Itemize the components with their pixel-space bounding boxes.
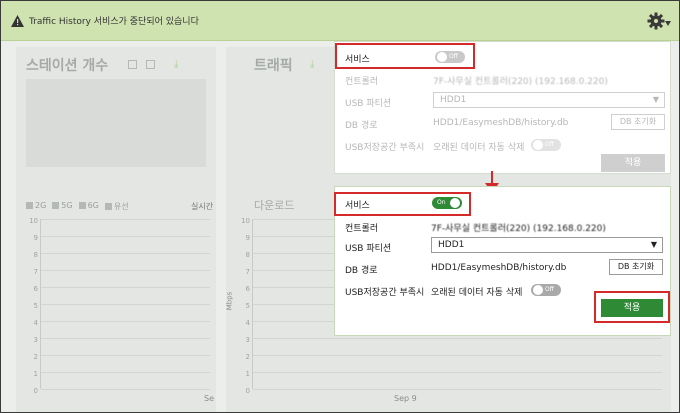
realtime-label: 실시간 [191, 202, 214, 211]
traffic-title: 트래픽 [254, 58, 293, 74]
station-chart-area [26, 79, 206, 167]
band-filters: 2G 5G 6G 유선 [26, 201, 129, 212]
controller-value: 7F-사무실 컨트롤러(220) (192.168.0.220) [433, 77, 608, 87]
band-filter-wired[interactable]: 유선 [104, 201, 129, 212]
db-path-value: HDD1/EasymeshDB/history.db [433, 118, 569, 128]
caret-down-icon [665, 21, 671, 26]
traffic-download-icon[interactable]: ⤓ [310, 59, 314, 70]
y-axis-right: 10 9 8 7 6 5 4 3 2 1 0 [241, 217, 250, 395]
station-count-panel: 스테이션 개수 ⤓ 2G 5G 6G 유선 실시간 10 9 8 7 6 5 4… [16, 47, 216, 412]
usb-full-toggle[interactable]: Off [531, 284, 561, 296]
db-path-label: DB 경로 [345, 121, 378, 131]
usb-full-value: 오래된 데이터 자동 삭제 [431, 288, 523, 298]
db-reset-button[interactable]: DB 초기화 [611, 114, 665, 130]
band-filter-2g[interactable]: 2G [26, 201, 46, 212]
controller-label: 컨트롤러 [345, 77, 379, 87]
station-count-title: 스테이션 개수 [26, 58, 109, 74]
chart-icon[interactable] [146, 60, 155, 69]
band-filter-6g[interactable]: 6G [78, 201, 99, 212]
y-axis-unit: Mbps [225, 291, 234, 311]
gear-icon[interactable] [647, 12, 665, 30]
usb-partition-label: USB 파티션 [345, 99, 392, 109]
usb-full-label: USB저장공간 부족시 [345, 143, 425, 153]
screenshot-frame: Traffic History 서비스가 중단되어 있습니다 스테이션 개수 ⤓ [0, 0, 680, 413]
download-icon[interactable]: ⤓ [174, 59, 178, 70]
highlight-service-off [335, 43, 475, 69]
usb-partition-select[interactable]: HDD1 ▼ [433, 92, 665, 108]
db-path-value: HDD1/EasymeshDB/history.db [431, 263, 567, 273]
highlight-apply [594, 291, 670, 323]
db-reset-button[interactable]: DB 초기화 [609, 259, 663, 275]
caret-down-icon: ▼ [652, 95, 659, 104]
x-axis-label-left: Se [204, 394, 214, 403]
usb-full-toggle[interactable]: Off [531, 139, 561, 151]
controller-label: 컨트롤러 [345, 224, 379, 234]
table-icon[interactable] [128, 60, 137, 69]
y-axis-left: 10 9 8 7 6 5 4 3 2 1 0 [29, 217, 38, 395]
download-title: 다운로드 [254, 199, 295, 212]
warning-icon [11, 15, 24, 27]
highlight-service-on [334, 192, 471, 216]
caret-down-icon: ▼ [650, 240, 657, 249]
notification-bar: Traffic History 서비스가 중단되어 있습니다 [1, 1, 679, 41]
usb-full-value: 오래된 데이터 자동 삭제 [433, 143, 525, 153]
x-axis-label-right: Sep 9 [394, 394, 417, 403]
notification-message: Traffic History 서비스가 중단되어 있습니다 [29, 17, 199, 27]
usb-full-label: USB저장공간 부족시 [345, 288, 425, 298]
band-filter-5g[interactable]: 5G [52, 201, 73, 212]
usb-partition-select[interactable]: HDD1 ▼ [431, 237, 663, 253]
station-grid [40, 219, 210, 390]
db-path-label: DB 경로 [345, 266, 378, 276]
controller-value: 7F-사무실 컨트롤러(220) (192.168.0.220) [431, 224, 606, 234]
apply-button-disabled[interactable]: 적용 [601, 154, 665, 172]
usb-partition-label: USB 파티션 [345, 244, 392, 254]
